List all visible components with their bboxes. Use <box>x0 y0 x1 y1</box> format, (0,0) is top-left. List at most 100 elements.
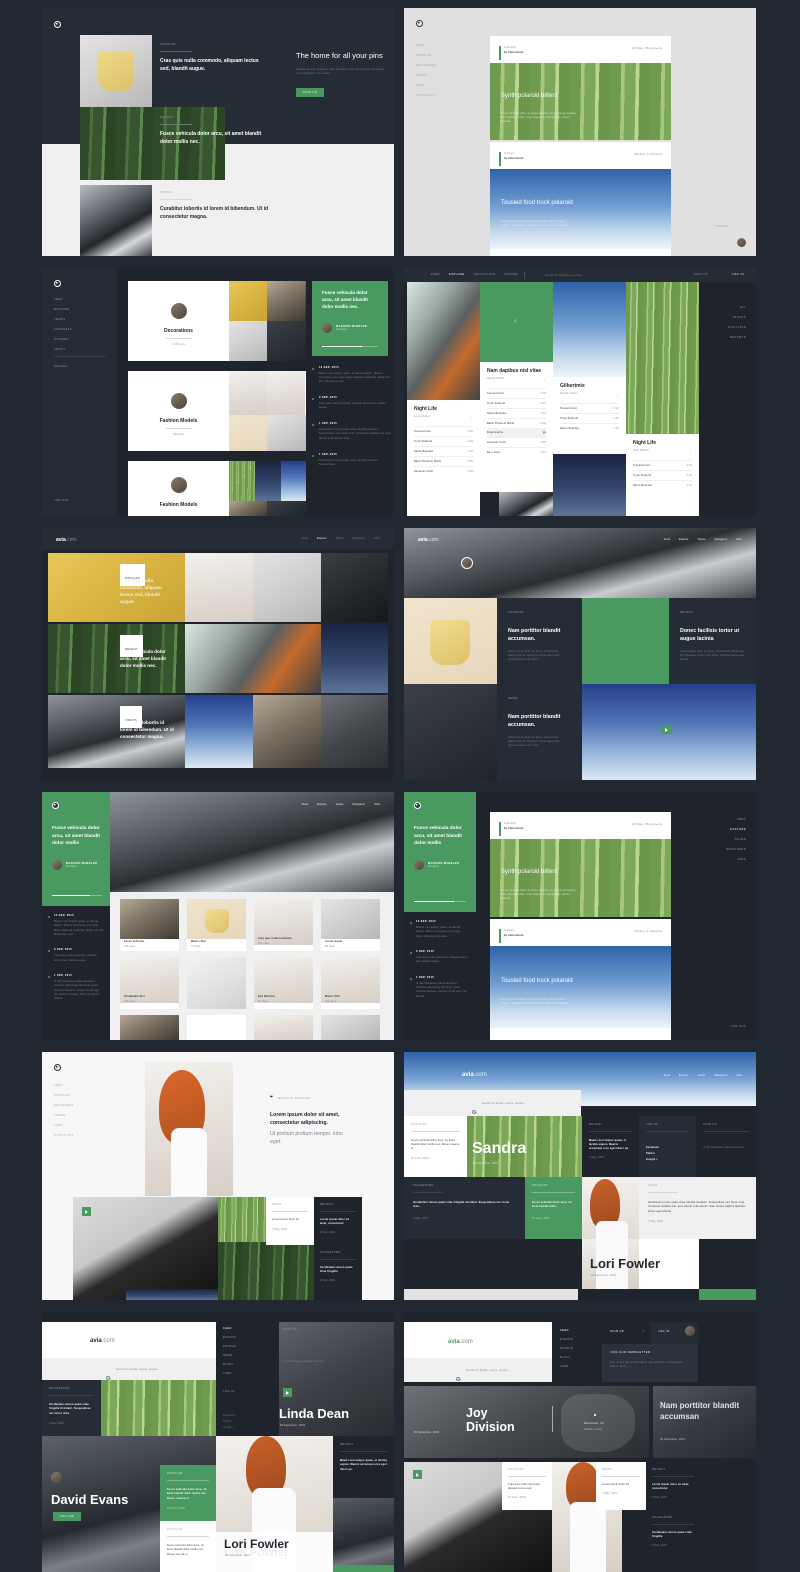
newsletter-panel[interactable]: JOIN OUR NEWSLETTER Join us and get noti… <box>602 1344 698 1382</box>
tile-card[interactable] <box>187 957 246 1009</box>
sidebar-item-jobs[interactable]: JOBS <box>416 84 436 87</box>
sidebar-nav[interactable]: FEED POPULAR DESIGNERS TEAMS JOBS STATIS… <box>54 1084 74 1137</box>
card-night-life[interactable]: Night Life Andy Warhol Tousled Food 3:20 … <box>407 400 480 516</box>
logo-icon[interactable] <box>416 20 423 27</box>
card-suggested[interactable]: SUGGESTED Vestibulum rutrum quam vitae f… <box>42 1380 101 1436</box>
sidebar-item-popular[interactable]: POPULAR <box>54 1094 74 1097</box>
card-news[interactable]: NEWS Vestibulum rutrum quam vitae fringi… <box>639 1177 756 1239</box>
sidebar-item-events[interactable]: EVENTS <box>223 1336 236 1339</box>
tile-navy[interactable] <box>321 624 388 693</box>
card-menu-icon[interactable]: ⋮ <box>689 451 692 454</box>
card-recent[interactable]: RECENT Lorem ipsum dolor sit amet, conse… <box>646 1462 700 1510</box>
collection-row-1[interactable]: Decorations 1,236 pins <box>128 281 306 361</box>
login-google[interactable]: Google + <box>646 1158 689 1161</box>
card-recent[interactable]: RECENT Donec facilisis tortor ut augue l… <box>669 598 756 684</box>
topnav[interactable]: FEED EXPLORE COLLECTION UPLOAD <box>431 273 518 276</box>
sidebar-item-people[interactable]: PEOPLE <box>223 1345 236 1348</box>
filter-all[interactable]: ALL <box>728 306 746 309</box>
nav-explore[interactable]: Explore <box>679 1074 689 1077</box>
login-link[interactable]: LOG IN <box>732 273 744 276</box>
sidebar-item-explore[interactable]: EXPLORE <box>726 828 746 831</box>
card-menu-icon[interactable]: ⋮ <box>470 417 473 420</box>
sidebar-item-designers[interactable]: DESIGNERS <box>416 64 436 67</box>
topnav[interactable]: Feed Explore Teams Designers Jobs <box>302 803 380 806</box>
event-banner[interactable] <box>404 1386 649 1458</box>
card-green-popular[interactable]: POPULAR Fusce vehicula dolor arcu, sit a… <box>525 1177 582 1239</box>
post1-photo[interactable] <box>490 63 671 140</box>
panel-profile-grid[interactable]: Fusce vehicula dolor arcu, sit amet blan… <box>42 792 394 1040</box>
login-facebook[interactable]: Facebook <box>223 1414 235 1417</box>
track-name[interactable]: Beer Food <box>487 451 500 454</box>
sidebar-item-channels[interactable]: CHANNELS <box>54 328 72 331</box>
card-suggested[interactable]: SUGGESTED Vestibulum rutrum quam vitae f… <box>646 1510 700 1562</box>
nav-feed[interactable]: Feed <box>302 803 308 806</box>
tile-slippers[interactable] <box>404 598 497 684</box>
panel-events-dark[interactable]: avia.com Search for bands, events, peopl… <box>404 1312 756 1572</box>
track-name[interactable]: Salvia Bespoke <box>633 484 652 487</box>
card-news[interactable]: NEWS Lorem ipsum dolor sit 7 May, 2015 <box>596 1462 646 1510</box>
card-recent[interactable]: RECENT Fusce vehicula dolor arcu, sit am… <box>160 116 270 146</box>
sidebar-item-explore[interactable]: EXPLORE <box>54 308 72 311</box>
topnav[interactable]: Feed Explore Teams Designers Jobs <box>664 538 742 541</box>
post2-photo[interactable] <box>490 946 671 1028</box>
nav-explore[interactable]: Explore <box>317 537 327 540</box>
post-card-2[interactable]: In Retro by Anna Horan 86 likes / 4 comm… <box>490 919 671 1040</box>
brand-logo[interactable]: avia.com <box>418 537 439 543</box>
photo-green[interactable]: ♪ <box>480 282 553 362</box>
nav-teams[interactable]: Teams <box>698 1074 706 1077</box>
nav-upload[interactable]: UPLOAD <box>504 273 518 276</box>
nav-jobs[interactable]: Jobs <box>374 537 380 540</box>
sidebar-item-feed[interactable]: FEED <box>54 298 72 301</box>
filter-reports[interactable]: REPORTS <box>728 336 746 339</box>
sidebar-item-popular[interactable]: POPULAR <box>416 54 436 57</box>
card-recent[interactable]: RECENT Mauris non tempor quam, et lacini… <box>333 1436 394 1498</box>
card-menu-icon[interactable]: ⋮ <box>543 379 546 382</box>
logo-icon[interactable] <box>54 21 61 28</box>
tile-objects[interactable] <box>253 553 321 622</box>
follow-button[interactable]: FOLLOW <box>53 1512 81 1521</box>
panel-quote-light[interactable]: FEED POPULAR DESIGNERS TEAMS JOBS STATIS… <box>42 1052 394 1300</box>
track-name[interactable]: Salvia Bespoke <box>487 412 506 415</box>
topnav[interactable]: Feed Explore Teams Designers Jobs <box>302 537 380 540</box>
search-bar[interactable]: Search for bands, events, people... <box>404 1090 581 1116</box>
nav-designers[interactable]: Designers <box>353 537 366 540</box>
panel-people-dark[interactable]: avia.com Search for bands, events, peopl… <box>42 1312 394 1572</box>
sidebar-item-people[interactable]: PEOPLE <box>560 1347 573 1350</box>
panel-avia-grid[interactable]: avia.com Feed Explore Teams Designers Jo… <box>42 528 394 780</box>
sidebar-item-jobs[interactable]: JOBS <box>223 1372 236 1375</box>
track-name[interactable]: Tousled Food <box>414 430 431 433</box>
sidebar-nav[interactable]: FEED EVENTS PEOPLE NEWS MUSIC JOBS <box>223 1327 236 1375</box>
sidebar-item-feed[interactable]: FEED <box>54 1084 74 1087</box>
collection-row-3[interactable]: Fashion Models <box>128 461 306 516</box>
post-card-1[interactable]: In Design by Anna Horan 120 likes / 35 c… <box>490 812 671 917</box>
sidebar-item-jobs[interactable]: JOBS <box>560 1365 573 1368</box>
tile-watch[interactable] <box>321 553 388 622</box>
nav-designers[interactable]: Designers <box>353 803 366 806</box>
login-twitter[interactable]: Twitter <box>223 1420 235 1423</box>
card-recent[interactable]: RECENT Mauris non tempor quam, et lacini… <box>582 1116 639 1177</box>
track-name[interactable]: Authentic Craft <box>414 470 433 473</box>
play-button[interactable] <box>82 1207 91 1216</box>
card-popular[interactable]: POPULAR Cras quis nulla commodo, aliquam… <box>160 43 270 73</box>
logo-icon[interactable] <box>414 802 421 809</box>
card-news[interactable]: NEWS Nam porttitor blandit accumsan. Lor… <box>497 684 582 780</box>
nav-designers[interactable]: Designers <box>715 538 728 541</box>
sidebar-item-feed[interactable]: FEED <box>223 1327 236 1330</box>
login-google[interactable]: Google + <box>223 1426 235 1429</box>
logo-icon[interactable] <box>52 802 59 809</box>
sidebar-item-jobs[interactable]: JOBS <box>54 1124 74 1127</box>
sidebar-item-music[interactable]: MUSIC <box>223 1363 236 1366</box>
track-name[interactable]: Truck Polaroid <box>560 417 578 420</box>
nav-feed[interactable]: Feed <box>664 1074 670 1077</box>
track-name[interactable]: Salvia Bespoke <box>414 450 433 453</box>
post-card-1[interactable]: In Design by Anna Horan 120 likes / 35 c… <box>490 36 671 140</box>
logo-icon[interactable] <box>54 1064 61 1071</box>
card-suggested[interactable]: SUGGESTED Vestibulum rutrum quam vitae f… <box>404 1177 525 1239</box>
sidebar-item-teams[interactable]: TEAMS <box>54 318 72 321</box>
tile-card[interactable]: Cras quis nulla commodo 401 likes <box>254 899 313 951</box>
brand-logo[interactable]: avia.com <box>462 1072 487 1078</box>
tile-card[interactable]: Mauris Nisl 72 likes <box>187 899 246 951</box>
search-input[interactable]: Search for bands, events, people... <box>466 1369 510 1372</box>
photo-boot[interactable] <box>73 1197 218 1300</box>
nav-collection[interactable]: COLLECTION <box>474 273 496 276</box>
